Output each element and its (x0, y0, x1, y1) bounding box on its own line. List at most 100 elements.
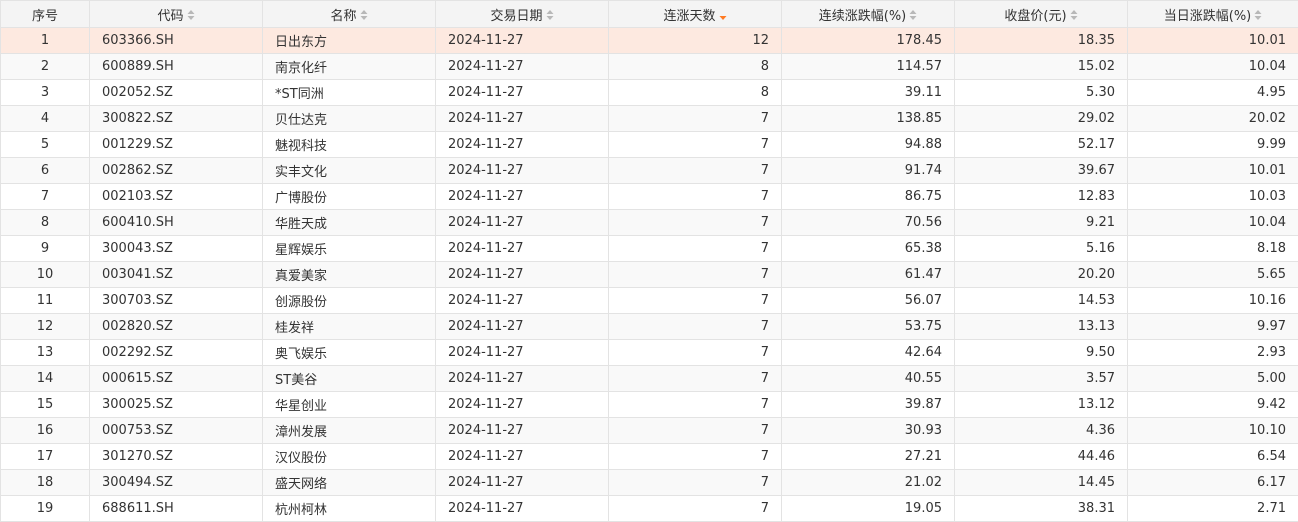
cell-day_change: 10.01 (1127, 27, 1298, 54)
cell-index: 16 (0, 417, 90, 444)
cell-index: 7 (0, 183, 90, 210)
sort-icon[interactable] (1070, 9, 1078, 21)
column-header-index: 序号 (0, 0, 90, 28)
cell-close: 4.36 (954, 417, 1128, 444)
cell-day_change: 6.17 (1127, 469, 1298, 496)
cell-date: 2024-11-27 (435, 235, 609, 262)
cell-code: 002292.SZ (89, 339, 263, 366)
cell-day_change: 8.18 (1127, 235, 1298, 262)
sort-icon[interactable] (1254, 9, 1262, 21)
cell-name: 广博股份 (262, 183, 436, 210)
cell-day_change: 10.04 (1127, 53, 1298, 80)
cell-code: 300822.SZ (89, 105, 263, 132)
cell-day_change: 9.99 (1127, 131, 1298, 158)
sort-icon[interactable] (360, 9, 368, 21)
sort-icon[interactable] (546, 9, 554, 21)
cell-index: 2 (0, 53, 90, 80)
cell-index: 6 (0, 157, 90, 184)
cell-streak_days: 7 (608, 235, 782, 262)
cell-streak_change: 39.87 (781, 391, 955, 418)
table-row[interactable]: 16 000753.SZ 漳州发展 2024-11-27 7 30.93 4.36 10.10 (0, 417, 1298, 444)
table-row[interactable]: 4 300822.SZ 贝仕达克 2024-11-27 7 138.85 29.02 20.0… (0, 105, 1298, 132)
table-row[interactable]: 12 002820.SZ 桂发祥 2024-11-27 7 53.75 13.13 9.97 (0, 313, 1298, 340)
cell-code: 600410.SH (89, 209, 263, 236)
column-header-close[interactable]: 收盘价(元) (954, 0, 1128, 28)
table-row[interactable]: 13 002292.SZ 奥飞娱乐 2024-11-27 7 42.64 9.50 2.93 (0, 339, 1298, 366)
cell-streak_days: 7 (608, 157, 782, 184)
cell-index: 14 (0, 365, 90, 392)
table-row[interactable]: 18 300494.SZ 盛天网络 2024-11-27 7 21.02 14.45 6.17 (0, 469, 1298, 496)
cell-streak_change: 56.07 (781, 287, 955, 314)
cell-code: 002862.SZ (89, 157, 263, 184)
cell-date: 2024-11-27 (435, 287, 609, 314)
cell-streak_days: 8 (608, 79, 782, 106)
table-header-row: 序号 代码 名称 交易日期 连涨天数 连续涨跌幅(%) 收盘价(元) 当日涨跌幅(%) (0, 0, 1298, 28)
table-row[interactable]: 14 000615.SZ ST美谷 2024-11-27 7 40.55 3.57 5.00 (0, 365, 1298, 392)
table-row[interactable]: 2 600889.SH 南京化纤 2024-11-27 8 114.57 15.02 10.0… (0, 53, 1298, 80)
cell-code: 300043.SZ (89, 235, 263, 262)
cell-code: 301270.SZ (89, 443, 263, 470)
table-row[interactable]: 7 002103.SZ 广博股份 2024-11-27 7 86.75 12.83 10.03 (0, 183, 1298, 210)
cell-code: 300703.SZ (89, 287, 263, 314)
cell-code: 002052.SZ (89, 79, 263, 106)
table-row[interactable]: 8 600410.SH 华胜天成 2024-11-27 7 70.56 9.21 10.04 (0, 209, 1298, 236)
cell-code: 603366.SH (89, 27, 263, 54)
cell-close: 39.67 (954, 157, 1128, 184)
cell-code: 600889.SH (89, 53, 263, 80)
cell-streak_days: 8 (608, 53, 782, 80)
cell-date: 2024-11-27 (435, 209, 609, 236)
cell-index: 5 (0, 131, 90, 158)
table-row[interactable]: 1 603366.SH 日出东方 2024-11-27 12 178.45 18.35 10.… (0, 27, 1298, 54)
table-row[interactable]: 5 001229.SZ 魅视科技 2024-11-27 7 94.88 52.17 9.99 (0, 131, 1298, 158)
sort-desc-icon[interactable] (719, 9, 727, 21)
column-header-label: 收盘价(元) (1004, 8, 1067, 24)
column-header-streak_days[interactable]: 连涨天数 (608, 0, 782, 28)
table-row[interactable]: 17 301270.SZ 汉仪股份 2024-11-27 7 27.21 44.46 6.54 (0, 443, 1298, 470)
cell-day_change: 20.02 (1127, 105, 1298, 132)
sort-icon[interactable] (187, 9, 195, 21)
cell-close: 52.17 (954, 131, 1128, 158)
cell-streak_days: 7 (608, 391, 782, 418)
cell-index: 10 (0, 261, 90, 288)
cell-streak_change: 40.55 (781, 365, 955, 392)
column-header-label: 名称 (330, 8, 357, 24)
column-header-day_change[interactable]: 当日涨跌幅(%) (1127, 0, 1298, 28)
table-row[interactable]: 9 300043.SZ 星辉娱乐 2024-11-27 7 65.38 5.16 8.18 (0, 235, 1298, 262)
table-row[interactable]: 3 002052.SZ *ST同洲 2024-11-27 8 39.11 5.30 4.95 (0, 79, 1298, 106)
table-row[interactable]: 11 300703.SZ 创源股份 2024-11-27 7 56.07 14.53 10.1… (0, 287, 1298, 314)
cell-name: 日出东方 (262, 27, 436, 54)
cell-name: *ST同洲 (262, 79, 436, 106)
cell-close: 14.45 (954, 469, 1128, 496)
table-body: 1 603366.SH 日出东方 2024-11-27 12 178.45 18.35 10.… (0, 27, 1298, 522)
column-header-code[interactable]: 代码 (89, 0, 263, 28)
sort-icon[interactable] (909, 9, 917, 21)
cell-day_change: 4.95 (1127, 79, 1298, 106)
cell-day_change: 10.16 (1127, 287, 1298, 314)
cell-day_change: 9.42 (1127, 391, 1298, 418)
cell-close: 20.20 (954, 261, 1128, 288)
cell-name: 华胜天成 (262, 209, 436, 236)
cell-index: 3 (0, 79, 90, 106)
cell-streak_change: 21.02 (781, 469, 955, 496)
table-row[interactable]: 6 002862.SZ 实丰文化 2024-11-27 7 91.74 39.67 10.01 (0, 157, 1298, 184)
column-header-name[interactable]: 名称 (262, 0, 436, 28)
cell-close: 5.30 (954, 79, 1128, 106)
column-header-label: 交易日期 (490, 8, 543, 24)
cell-code: 003041.SZ (89, 261, 263, 288)
column-header-label: 序号 (31, 8, 58, 24)
cell-date: 2024-11-27 (435, 443, 609, 470)
cell-index: 19 (0, 495, 90, 522)
cell-index: 13 (0, 339, 90, 366)
cell-day_change: 2.93 (1127, 339, 1298, 366)
table-row[interactable]: 10 003041.SZ 真爱美家 2024-11-27 7 61.47 20.20 5.65 (0, 261, 1298, 288)
cell-date: 2024-11-27 (435, 105, 609, 132)
cell-streak_change: 19.05 (781, 495, 955, 522)
table-row[interactable]: 15 300025.SZ 华星创业 2024-11-27 7 39.87 13.12 9.42 (0, 391, 1298, 418)
cell-index: 15 (0, 391, 90, 418)
column-header-streak_change[interactable]: 连续涨跌幅(%) (781, 0, 955, 28)
cell-name: 实丰文化 (262, 157, 436, 184)
cell-date: 2024-11-27 (435, 79, 609, 106)
column-header-date[interactable]: 交易日期 (435, 0, 609, 28)
table-row[interactable]: 19 688611.SH 杭州柯林 2024-11-27 7 19.05 38.31 2.71 (0, 495, 1298, 522)
cell-date: 2024-11-27 (435, 157, 609, 184)
